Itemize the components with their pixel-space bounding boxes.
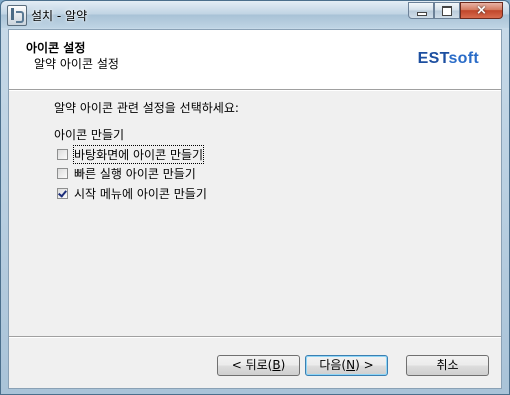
- minimize-button[interactable]: [408, 2, 434, 19]
- maximize-button[interactable]: [434, 2, 460, 19]
- next-button-suffix: ) >: [355, 358, 374, 372]
- desktop-icon-option[interactable]: 바탕화면에 아이콘 만들기: [57, 144, 205, 164]
- back-button-key: B: [272, 358, 281, 372]
- page-subtitle: 알약 아이콘 설정: [34, 57, 119, 71]
- close-button[interactable]: ×: [460, 2, 503, 19]
- startmenu-icon-option[interactable]: 시작 메뉴에 아이콘 만들기: [57, 185, 207, 201]
- quicklaunch-icon-option[interactable]: 빠른 실행 아이콘 만들기: [57, 165, 196, 181]
- minimize-icon: [417, 12, 427, 16]
- close-icon: ×: [476, 3, 487, 18]
- next-button-key: N: [346, 358, 356, 372]
- maximize-icon: [442, 6, 452, 16]
- next-button-prefix: 다음(: [319, 358, 347, 372]
- instruction-text: 알약 아이콘 관련 설정을 선택하세요:: [54, 101, 239, 115]
- header-divider: [9, 90, 501, 91]
- page-title: 아이콘 설정: [26, 41, 86, 55]
- window-title: 설치 - 알약: [31, 9, 88, 23]
- footer-divider-highlight: [9, 337, 501, 338]
- title-bar[interactable]: 설치 - 알약 ×: [1, 1, 509, 28]
- logo-soft: soft: [448, 50, 479, 67]
- desktop-icon-label[interactable]: 바탕화면에 아이콘 만들기: [72, 144, 205, 164]
- estsoft-logo: ESTsoft: [418, 50, 479, 68]
- wizard-header: 아이콘 설정 알약 아이콘 설정 ESTsoft: [9, 30, 501, 90]
- cancel-button[interactable]: 취소: [406, 355, 489, 376]
- back-button-prefix: < 뒤로(: [231, 358, 273, 372]
- quicklaunch-icon-checkbox[interactable]: [57, 167, 68, 179]
- installer-window: 설치 - 알약 × 아이콘 설정 알약 아이콘 설정 ESTsoft 알약 아이…: [0, 0, 510, 395]
- icon-group-label: 아이콘 만들기: [54, 128, 125, 142]
- quicklaunch-icon-label[interactable]: 빠른 실행 아이콘 만들기: [74, 165, 196, 182]
- desktop-icon-checkbox[interactable]: [57, 148, 68, 160]
- startmenu-icon-checkbox[interactable]: [57, 187, 68, 199]
- setup-app-icon[interactable]: [7, 5, 27, 26]
- logo-est: EST: [417, 50, 449, 67]
- caption-buttons: ×: [408, 2, 503, 21]
- back-button[interactable]: < 뒤로(B): [217, 355, 300, 376]
- wizard-page: 아이콘 설정 알약 아이콘 설정 ESTsoft 알약 아이콘 관련 설정을 선…: [8, 29, 502, 389]
- back-button-suffix: ): [280, 358, 286, 372]
- startmenu-icon-label[interactable]: 시작 메뉴에 아이콘 만들기: [74, 185, 207, 202]
- next-button[interactable]: 다음(N) >: [305, 355, 388, 376]
